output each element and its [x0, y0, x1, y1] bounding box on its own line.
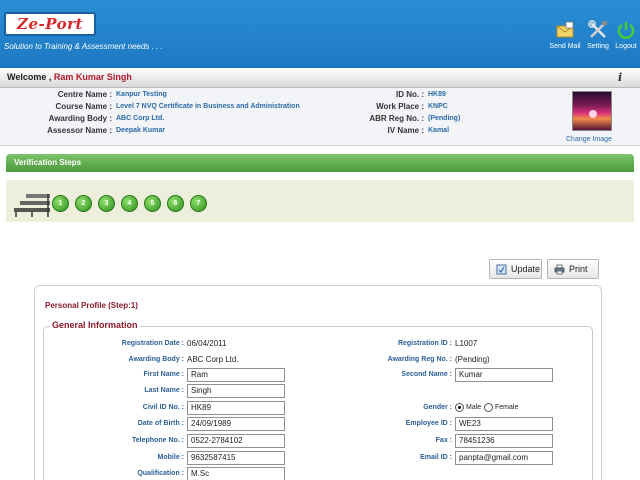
mobile-label: Mobile :: [157, 454, 184, 461]
update-icon: [496, 264, 507, 274]
tagline: Solution to Training & Assessment needs …: [4, 42, 163, 51]
first-name-label: First Name :: [143, 371, 184, 378]
registration-date-label: Registration Date :: [121, 340, 184, 347]
printer-icon: [554, 264, 565, 274]
stairs-icon: [14, 194, 50, 217]
telephone-label: Telephone No. :: [132, 437, 184, 444]
last-name-input[interactable]: Singh: [187, 384, 285, 398]
tools-icon: [588, 20, 607, 38]
qualification-input[interactable]: M.Sc: [187, 467, 285, 480]
step-6-button[interactable]: 6: [167, 195, 184, 212]
centre-name-label: Centre Name :: [57, 90, 112, 99]
print-button[interactable]: Print: [547, 259, 599, 279]
email-input[interactable]: panpta@gmail.com: [455, 451, 553, 465]
profile-photo: [572, 91, 612, 131]
profile-title: Personal Profile (Step:1): [45, 301, 138, 310]
email-label: Email ID :: [420, 454, 452, 461]
fax-input[interactable]: 78451236: [455, 434, 553, 448]
info-icon[interactable]: i: [618, 71, 630, 85]
welcome-user-name: Ram Kumar Singh: [53, 72, 132, 82]
awarding-reg-no-label: Awarding Reg No. :: [387, 356, 452, 363]
step-4-button[interactable]: 4: [121, 195, 138, 212]
print-label: Print: [569, 264, 588, 274]
course-name-label: Course Name :: [55, 102, 112, 111]
app-root: Ze-Port Solution to Training & Assessmen…: [0, 0, 640, 480]
first-name-input[interactable]: Ram: [187, 368, 285, 382]
civil-id-input[interactable]: HK89: [187, 401, 285, 415]
mobile-input[interactable]: 9632587415: [187, 451, 285, 465]
awarding-body-field-value: ABC Corp Ltd.: [187, 355, 239, 364]
employee-id-input[interactable]: WE23: [455, 417, 553, 431]
qualification-label: Qualification :: [137, 470, 184, 477]
change-image-link[interactable]: Change Image: [566, 136, 612, 143]
awarding-body-field-label: Awarding Body :: [128, 356, 184, 363]
work-place-value: KNPC: [428, 103, 448, 110]
power-icon: [617, 22, 635, 39]
logo-text: Ze-Port: [17, 15, 83, 33]
verification-steps-title: Verification Steps: [14, 158, 82, 167]
send-mail-label: Send Mail: [549, 43, 581, 50]
learner-info-panel: Centre Name : Kanpur Testing Course Name…: [0, 88, 640, 146]
awarding-body-label: Awarding Body :: [48, 114, 112, 123]
id-no-label: ID No. :: [396, 90, 424, 99]
step-5-button[interactable]: 5: [144, 195, 161, 212]
date-of-birth-input[interactable]: 24/09/1989: [187, 417, 285, 431]
date-of-birth-label: Date of Birth :: [137, 420, 184, 427]
personal-profile-panel: Personal Profile (Step:1) General Inform…: [34, 285, 602, 480]
abr-reg-no-value: (Pending): [428, 115, 461, 122]
step-2-button[interactable]: 2: [75, 195, 92, 212]
awarding-body-value: ABC Corp Ltd.: [116, 115, 165, 122]
send-mail-button[interactable]: Send Mail: [548, 20, 582, 50]
last-name-label: Last Name :: [144, 387, 184, 394]
zeport-logo[interactable]: Ze-Port: [4, 12, 96, 36]
app-header: Ze-Port Solution to Training & Assessmen…: [0, 0, 640, 68]
iv-name-value: Kamal: [428, 127, 450, 134]
gender-male-label: Male: [466, 404, 482, 411]
telephone-input[interactable]: 0522-2784102: [187, 434, 285, 448]
fax-label: Fax :: [435, 437, 452, 444]
registration-id-label: Registration ID :: [397, 340, 452, 347]
gender-label: Gender :: [423, 404, 452, 411]
registration-id-value: L1007: [455, 339, 478, 348]
id-no-value: HK89: [428, 91, 446, 98]
step-1-button[interactable]: 1: [52, 195, 69, 212]
second-name-input[interactable]: Kumar: [455, 368, 553, 382]
update-button[interactable]: Update: [489, 259, 542, 279]
general-information-legend: General Information: [50, 320, 140, 330]
gender-male-radio[interactable]: [455, 403, 464, 412]
step-7-button[interactable]: 7: [190, 195, 207, 212]
setting-label: Setting: [587, 43, 609, 50]
verification-steps-bar: Verification Steps: [6, 154, 634, 172]
mail-icon: [556, 21, 574, 38]
step-3-button[interactable]: 3: [98, 195, 115, 212]
welcome-bar: Welcome , Ram Kumar Singh i: [0, 68, 640, 88]
logout-label: Logout: [615, 43, 637, 50]
second-name-label: Second Name :: [401, 371, 452, 378]
employee-id-label: Employee ID :: [405, 420, 452, 427]
centre-name-value: Kanpur Testing: [116, 91, 167, 98]
abr-reg-no-label: ABR Reg No. :: [369, 114, 424, 123]
iv-name-label: IV Name :: [387, 126, 424, 135]
welcome-prefix: Welcome ,: [7, 72, 52, 82]
awarding-reg-no-value: (Pending): [455, 355, 490, 364]
civil-id-label: Civil ID No. :: [142, 404, 184, 411]
welcome-text: Welcome , Ram Kumar Singh: [7, 72, 132, 82]
work-place-label: Work Place :: [376, 102, 424, 111]
assessor-name-value: Deepak Kumar: [116, 127, 166, 134]
course-name-value: Level 7 NVQ Certificate in Business and …: [116, 103, 300, 110]
logout-button[interactable]: Logout: [609, 20, 640, 50]
registration-date-value: 06/04/2011: [187, 339, 227, 348]
steps-area: 1 2 3 4 5 6 7: [6, 180, 634, 222]
assessor-name-label: Assessor Name :: [47, 126, 112, 135]
general-information-fieldset: General Information Registration Date : …: [43, 320, 593, 480]
gender-female-radio[interactable]: [484, 403, 493, 412]
update-label: Update: [511, 264, 541, 274]
gender-female-label: Female: [495, 404, 519, 411]
